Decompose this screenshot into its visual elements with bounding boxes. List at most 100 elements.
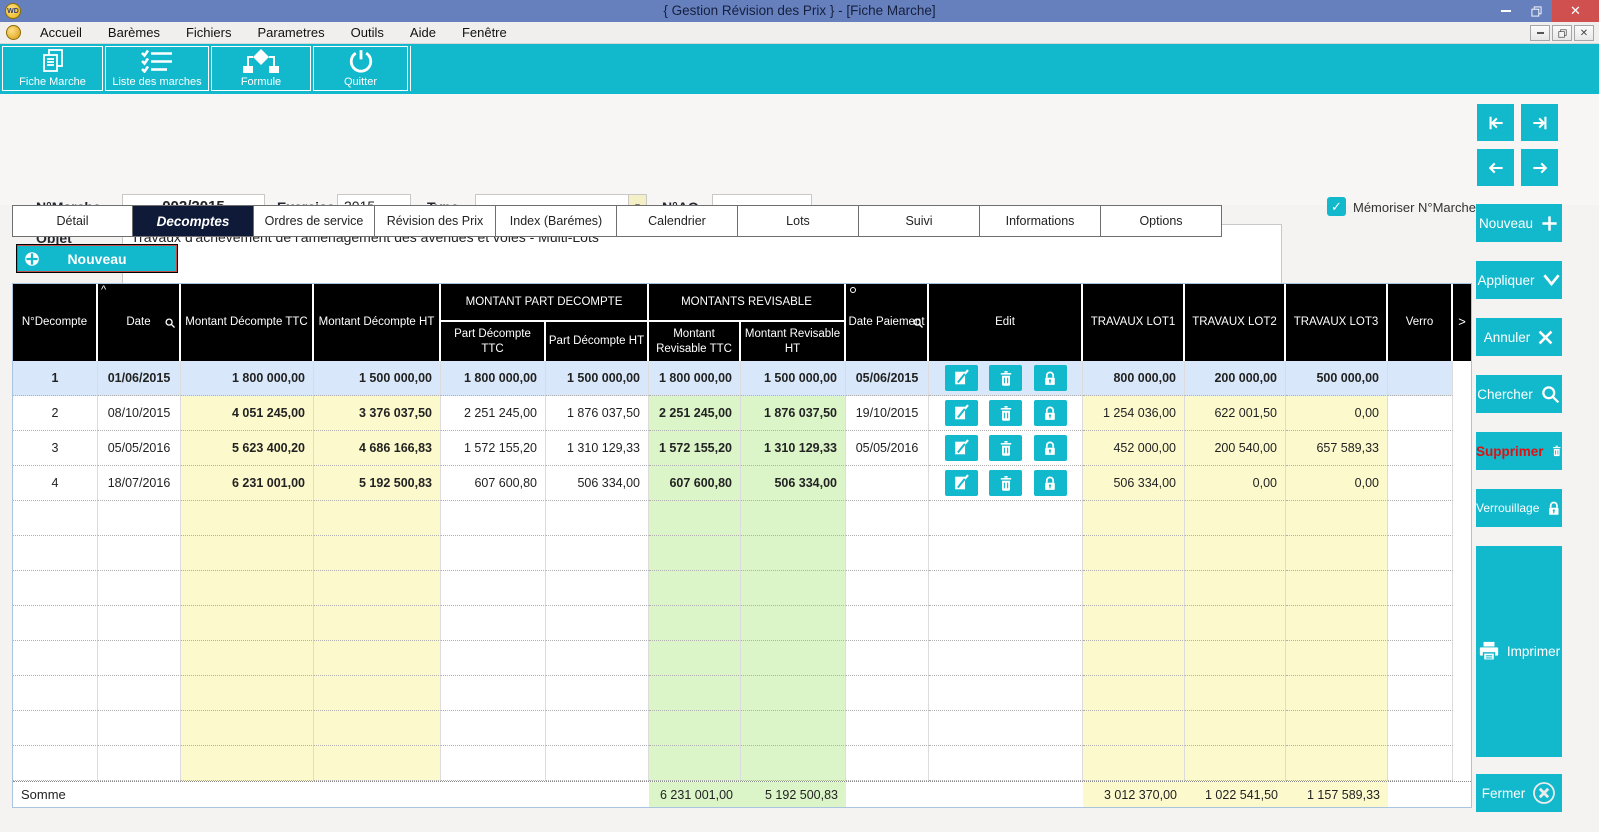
header-part-decompte-ht[interactable]: Part Décompte HT	[546, 322, 649, 361]
lock-row-button[interactable]	[1034, 365, 1067, 391]
verrouillage-button[interactable]: Verrouillage	[1476, 489, 1562, 527]
table-row[interactable]: 1 01/06/2015 1 800 000,00 1 500 000,00 1…	[13, 361, 1471, 396]
edit-row-button[interactable]	[945, 400, 978, 426]
cell-date[interactable]: 05/05/2016	[98, 431, 181, 466]
menu-outils[interactable]: Outils	[338, 25, 397, 40]
cell-montant-decompte-ht[interactable]: 5 192 500,83	[314, 466, 441, 501]
cell-montant-revisable-ttc[interactable]: 1 572 155,20	[649, 431, 741, 466]
header-part-decompte-ttc[interactable]: Part Décompte TTC	[441, 322, 546, 361]
tab-revision-des-prix[interactable]: Révision des Prix	[375, 205, 496, 237]
quitter-button[interactable]: Quitter	[313, 46, 408, 91]
cell-montant-revisable-ttc[interactable]: 1 800 000,00	[649, 361, 741, 396]
cell-part-decompte-ht[interactable]: 1 876 037,50	[546, 396, 649, 431]
cell-montant-decompte-ht[interactable]: 1 500 000,00	[314, 361, 441, 396]
cell-montant-decompte-ttc[interactable]: 4 051 245,00	[181, 396, 314, 431]
cell-montant-revisable-ttc[interactable]: 2 251 245,00	[649, 396, 741, 431]
menu-baremes[interactable]: Barèmes	[95, 25, 173, 40]
header-travaux-lot2[interactable]: TRAVAUX LOT2	[1185, 284, 1286, 361]
header-montant-decompte-ht[interactable]: Montant Décompte HT	[314, 284, 441, 361]
menu-fenetre[interactable]: Fenêtre	[449, 25, 520, 40]
search-icon[interactable]	[912, 317, 924, 333]
cell-num[interactable]: 1	[13, 361, 98, 396]
cell-montant-revisable-ht[interactable]: 1 310 129,33	[741, 431, 846, 466]
search-icon[interactable]	[164, 317, 176, 333]
cell-travaux-lot3[interactable]: 0,00	[1286, 396, 1388, 431]
header-montant-revisable-ht[interactable]: Montant Revisable HT	[741, 322, 846, 361]
table-row[interactable]: 4 18/07/2016 6 231 001,00 5 192 500,83 6…	[13, 466, 1471, 501]
menu-accueil[interactable]: Accueil	[27, 25, 95, 40]
cell-date[interactable]: 01/06/2015	[98, 361, 181, 396]
lock-row-button[interactable]	[1034, 435, 1067, 461]
mdi-minimize-button[interactable]	[1530, 25, 1550, 41]
cell-part-decompte-ht[interactable]: 1 500 000,00	[546, 361, 649, 396]
maximize-button[interactable]	[1521, 0, 1552, 22]
cell-montant-revisable-ttc[interactable]: 607 600,80	[649, 466, 741, 501]
cell-montant-revisable-ht[interactable]: 1 876 037,50	[741, 396, 846, 431]
cell-travaux-lot1[interactable]: 452 000,00	[1083, 431, 1185, 466]
cell-travaux-lot1[interactable]: 800 000,00	[1083, 361, 1185, 396]
cell-part-decompte-ht[interactable]: 506 334,00	[546, 466, 649, 501]
cell-travaux-lot2[interactable]: 200 000,00	[1185, 361, 1286, 396]
cell-montant-decompte-ht[interactable]: 4 686 166,83	[314, 431, 441, 466]
header-num-decompte[interactable]: N°Decompte	[13, 284, 98, 361]
first-record-button[interactable]	[1477, 104, 1514, 141]
tab-calendrier[interactable]: Calendrier	[617, 205, 738, 237]
cell-part-decompte-ht[interactable]: 1 310 129,33	[546, 431, 649, 466]
minimize-button[interactable]	[1490, 0, 1521, 22]
mdi-restore-button[interactable]	[1552, 25, 1572, 41]
tab-detail[interactable]: Détail	[12, 205, 133, 237]
formule-button[interactable]: Formule	[211, 46, 311, 91]
annuler-button[interactable]: Annuler	[1476, 318, 1562, 356]
menu-parametres[interactable]: Parametres	[244, 25, 337, 40]
tab-lots[interactable]: Lots	[738, 205, 859, 237]
cell-num[interactable]: 4	[13, 466, 98, 501]
cell-num[interactable]: 2	[13, 396, 98, 431]
previous-record-button[interactable]	[1477, 149, 1514, 186]
tab-suivi[interactable]: Suivi	[859, 205, 980, 237]
cell-travaux-lot3[interactable]: 657 589,33	[1286, 431, 1388, 466]
header-verro[interactable]: Verro	[1388, 284, 1453, 361]
cell-date-paiement[interactable]: 05/06/2015	[846, 361, 929, 396]
tab-informations[interactable]: Informations	[980, 205, 1101, 237]
fiche-marche-button[interactable]: Fiche Marche	[2, 46, 103, 91]
tab-options[interactable]: Options	[1101, 205, 1222, 237]
cell-montant-decompte-ttc[interactable]: 6 231 001,00	[181, 466, 314, 501]
nouveau-decompte-button[interactable]: Nouveau	[16, 244, 178, 273]
menu-aide[interactable]: Aide	[397, 25, 449, 40]
cell-part-decompte-ttc[interactable]: 1 572 155,20	[441, 431, 546, 466]
header-travaux-lot3[interactable]: TRAVAUX LOT3	[1286, 284, 1388, 361]
cell-part-decompte-ttc[interactable]: 2 251 245,00	[441, 396, 546, 431]
edit-row-button[interactable]	[945, 365, 978, 391]
table-row[interactable]: 2 08/10/2015 4 051 245,00 3 376 037,50 2…	[13, 396, 1471, 431]
cell-date-paiement[interactable]: 19/10/2015	[846, 396, 929, 431]
fermer-button[interactable]: Fermer	[1476, 774, 1562, 812]
tab-index-baremes[interactable]: Index (Barémes)	[496, 205, 617, 237]
tab-ordres-de-service[interactable]: Ordres de service	[254, 205, 375, 237]
close-button[interactable]: ✕	[1552, 0, 1599, 22]
header-montant-decompte-ttc[interactable]: Montant Décompte TTC	[181, 284, 314, 361]
nouveau-button[interactable]: Nouveau	[1476, 204, 1562, 242]
next-record-button[interactable]	[1521, 149, 1558, 186]
mdi-close-button[interactable]: ✕	[1574, 25, 1594, 41]
header-montant-revisable-ttc[interactable]: Montant Revisable TTC	[649, 322, 741, 361]
cell-date[interactable]: 18/07/2016	[98, 466, 181, 501]
memoriser-checkbox[interactable]: ✓	[1327, 197, 1346, 216]
appliquer-button[interactable]: Appliquer	[1476, 261, 1562, 299]
cell-montant-decompte-ht[interactable]: 3 376 037,50	[314, 396, 441, 431]
cell-part-decompte-ttc[interactable]: 607 600,80	[441, 466, 546, 501]
delete-row-button[interactable]	[989, 400, 1022, 426]
imprimer-button[interactable]: Imprimer	[1476, 546, 1562, 757]
last-record-button[interactable]	[1521, 104, 1558, 141]
cell-date-paiement[interactable]: 05/05/2016	[846, 431, 929, 466]
cell-travaux-lot1[interactable]: 1 254 036,00	[1083, 396, 1185, 431]
menu-fichiers[interactable]: Fichiers	[173, 25, 245, 40]
cell-travaux-lot2[interactable]: 622 001,50	[1185, 396, 1286, 431]
table-row[interactable]: 3 05/05/2016 5 623 400,20 4 686 166,83 1…	[13, 431, 1471, 466]
edit-row-button[interactable]	[945, 435, 978, 461]
cell-part-decompte-ttc[interactable]: 1 800 000,00	[441, 361, 546, 396]
cell-travaux-lot2[interactable]: 0,00	[1185, 466, 1286, 501]
scroll-columns-right-button[interactable]: >	[1453, 284, 1471, 361]
edit-row-button[interactable]	[945, 470, 978, 496]
cell-travaux-lot1[interactable]: 506 334,00	[1083, 466, 1185, 501]
cell-montant-decompte-ttc[interactable]: 1 800 000,00	[181, 361, 314, 396]
